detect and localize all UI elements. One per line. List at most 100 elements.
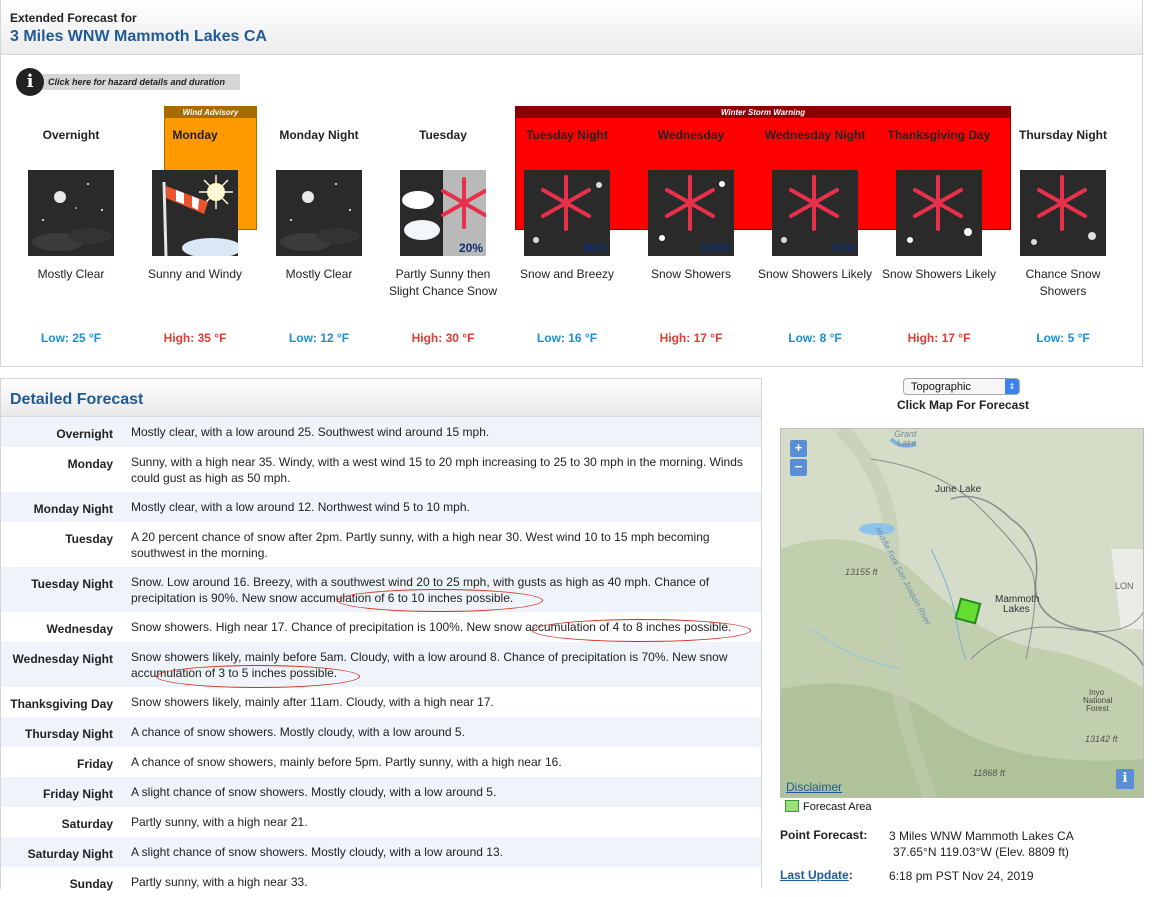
map-label-elevation: 13155 ft	[845, 567, 878, 577]
forecast-period[interactable]: Wednesday Night 70% Snow Showers Likely …	[753, 127, 877, 345]
forecast-row: Overnight Mostly clear, with a low aroun…	[1, 417, 761, 447]
row-text: Snow showers likely, mainly after 11am. …	[131, 695, 494, 709]
zoom-out-button[interactable]: −	[790, 459, 807, 476]
row-text: Sunny, with a high near 35. Windy, with …	[131, 455, 743, 485]
snowflake-icon[interactable]	[1020, 170, 1106, 256]
forecast-row: Friday Night A slight chance of snow sho…	[1, 777, 761, 807]
period-name: Monday	[172, 128, 218, 142]
row-text: Snow showers likely, mainly before 5am. …	[131, 650, 728, 680]
row-period: Monday Night	[33, 502, 113, 516]
forecast-row: Thursday Night A chance of snow showers.…	[1, 717, 761, 747]
forecast-period[interactable]: Overnight Mostly Clear Low: 25 °F	[9, 127, 133, 345]
select-arrows-icon[interactable]: ⇕	[1005, 379, 1019, 394]
night-moon-icon[interactable]	[276, 170, 362, 256]
forecast-row: Saturday Night A slight chance of snow s…	[1, 837, 761, 867]
hazard-details-link[interactable]: i Click here for hazard details and dura…	[16, 68, 240, 96]
map-label-grant-lake-2: Lake	[897, 438, 917, 448]
row-period: Tuesday Night	[31, 577, 113, 591]
extended-forecast-label: Extended Forecast for	[10, 11, 137, 25]
forecast-period[interactable]: Wednesday 100% Snow Showers High: 17 °F	[629, 127, 753, 345]
map-type-select[interactable]: Topographic ⇕	[903, 378, 1020, 395]
period-name: Overnight	[42, 128, 100, 142]
point-forecast-value: 3 Miles WNW Mammoth Lakes CA 37.65°N 119…	[889, 828, 1089, 860]
info-icon[interactable]: i	[16, 68, 44, 96]
wind-advisory-label[interactable]: Wind Advisory	[165, 107, 256, 118]
period-temperature: Low: 12 °F	[288, 331, 350, 345]
forecast-period[interactable]: Monday Sunny and Windy High: 35 °F	[133, 127, 257, 345]
snowflake-icon[interactable]: 70%	[772, 170, 858, 256]
row-text: A 20 percent chance of snow after 2pm. P…	[131, 530, 710, 560]
period-name: Thanksgiving Day	[887, 128, 991, 142]
partly-sunny-snow-icon[interactable]: 20%	[400, 170, 486, 256]
forecast-period[interactable]: Thursday Night Chance Snow Showers Low: …	[1001, 127, 1125, 345]
winter-storm-warning-label[interactable]: Winter Storm Warning	[516, 107, 1010, 118]
map-label-elevation: 11868 ft	[973, 768, 1005, 778]
forecast-row: Tuesday Night Snow. Low around 16. Breez…	[1, 567, 761, 612]
forecast-row: Wednesday Snow showers. High near 17. Ch…	[1, 612, 761, 642]
legend-label: Forecast Area	[803, 801, 872, 813]
forecast-row: Saturday Partly sunny, with a high near …	[1, 807, 761, 837]
night-moon-icon[interactable]	[28, 170, 114, 256]
row-text: Mostly clear, with a low around 25. Sout…	[131, 425, 490, 439]
last-update-value: 6:18 pm PST Nov 24, 2019	[889, 869, 1034, 883]
precip-percent: 100%	[700, 241, 731, 255]
row-period: Monday	[67, 457, 113, 471]
snowflake-icon[interactable]	[896, 170, 982, 256]
detailed-forecast-list: Overnight Mostly clear, with a low aroun…	[1, 417, 761, 897]
forecast-area-swatch	[785, 800, 799, 812]
map-info-button[interactable]: i	[1116, 769, 1134, 789]
forecast-period[interactable]: Monday Night Mostly Clear Low: 12 °F	[257, 127, 381, 345]
forecast-map[interactable]: Grant Lake June Lake 13155 ft Mammoth La…	[780, 428, 1144, 798]
hazard-link-label[interactable]: Click here for hazard details and durati…	[30, 74, 240, 90]
period-name: Wednesday	[657, 128, 725, 142]
last-update-colon: :	[848, 868, 853, 882]
detailed-forecast-panel: Detailed Forecast Overnight Mostly clear…	[0, 378, 762, 891]
forecast-period[interactable]: Tuesday 20% Partly Sunny then Slight Cha…	[381, 127, 505, 345]
zoom-in-button[interactable]: +	[790, 440, 807, 457]
forecast-row: Wednesday Night Snow showers likely, mai…	[1, 642, 761, 687]
row-period: Wednesday	[46, 622, 113, 636]
map-label-mammoth-2: Lakes	[1003, 604, 1030, 615]
period-description: Snow Showers Likely	[881, 267, 997, 281]
precip-percent: 70%	[830, 241, 855, 255]
period-temperature: High: 35 °F	[163, 331, 227, 345]
forecast-row: Tuesday A 20 percent chance of snow afte…	[1, 522, 761, 567]
map-label-lon: LON	[1115, 581, 1134, 591]
map-legend: Forecast Area	[785, 800, 871, 813]
forecast-period[interactable]: Thanksgiving Day Snow Showers Likely Hig…	[877, 127, 1001, 345]
row-period: Overnight	[56, 427, 113, 441]
map-label-june-lake: June Lake	[935, 484, 982, 495]
forecast-row: Sunday Partly sunny, with a high near 33…	[1, 867, 761, 897]
row-period: Friday	[76, 757, 113, 771]
period-name: Monday Night	[279, 128, 359, 142]
disclaimer-link[interactable]: Disclaimer	[786, 780, 842, 794]
period-temperature: Low: 16 °F	[536, 331, 598, 345]
point-forecast-label: Point Forecast:	[780, 828, 868, 842]
row-text: Snow. Low around 16. Breezy, with a sout…	[131, 575, 710, 605]
period-name: Tuesday Night	[526, 128, 608, 142]
period-temperature: Low: 25 °F	[40, 331, 102, 345]
forecast-period[interactable]: Tuesday Night 90% Snow and Breezy Low: 1…	[505, 127, 629, 345]
row-period: Friday Night	[42, 787, 113, 801]
last-update-link[interactable]: Last Update	[780, 868, 849, 882]
row-text: A slight chance of snow showers. Mostly …	[131, 785, 497, 799]
snowflake-icon[interactable]: 100%	[648, 170, 734, 256]
row-text: Partly sunny, with a high near 33.	[131, 875, 308, 889]
row-text: Partly sunny, with a high near 21.	[131, 815, 308, 829]
snowflake-icon[interactable]: 90%	[524, 170, 610, 256]
topographic-map-image[interactable]: Grant Lake June Lake 13155 ft Mammoth La…	[781, 429, 1144, 798]
windsock-sun-icon[interactable]	[152, 170, 238, 256]
last-update-label-wrap: Last Update:	[780, 868, 853, 882]
period-description: Snow Showers Likely	[757, 267, 873, 281]
period-description: Partly Sunny then Slight Chance Snow	[388, 267, 498, 298]
row-text: A chance of snow showers. Mostly cloudy,…	[131, 725, 465, 739]
period-description: Chance Snow Showers	[1025, 267, 1101, 298]
row-period: Tuesday	[65, 532, 113, 546]
forecast-location-title: 3 Miles WNW Mammoth Lakes CA	[10, 28, 267, 45]
map-type-value[interactable]: Topographic	[911, 381, 971, 393]
period-temperature: High: 30 °F	[411, 331, 475, 345]
point-forecast-info: Point Forecast: 3 Miles WNW Mammoth Lake…	[780, 828, 1140, 864]
precip-percent: 20%	[458, 241, 483, 255]
forecast-row: Friday A chance of snow showers, mainly …	[1, 747, 761, 777]
row-text: Mostly clear, with a low around 12. Nort…	[131, 500, 470, 514]
